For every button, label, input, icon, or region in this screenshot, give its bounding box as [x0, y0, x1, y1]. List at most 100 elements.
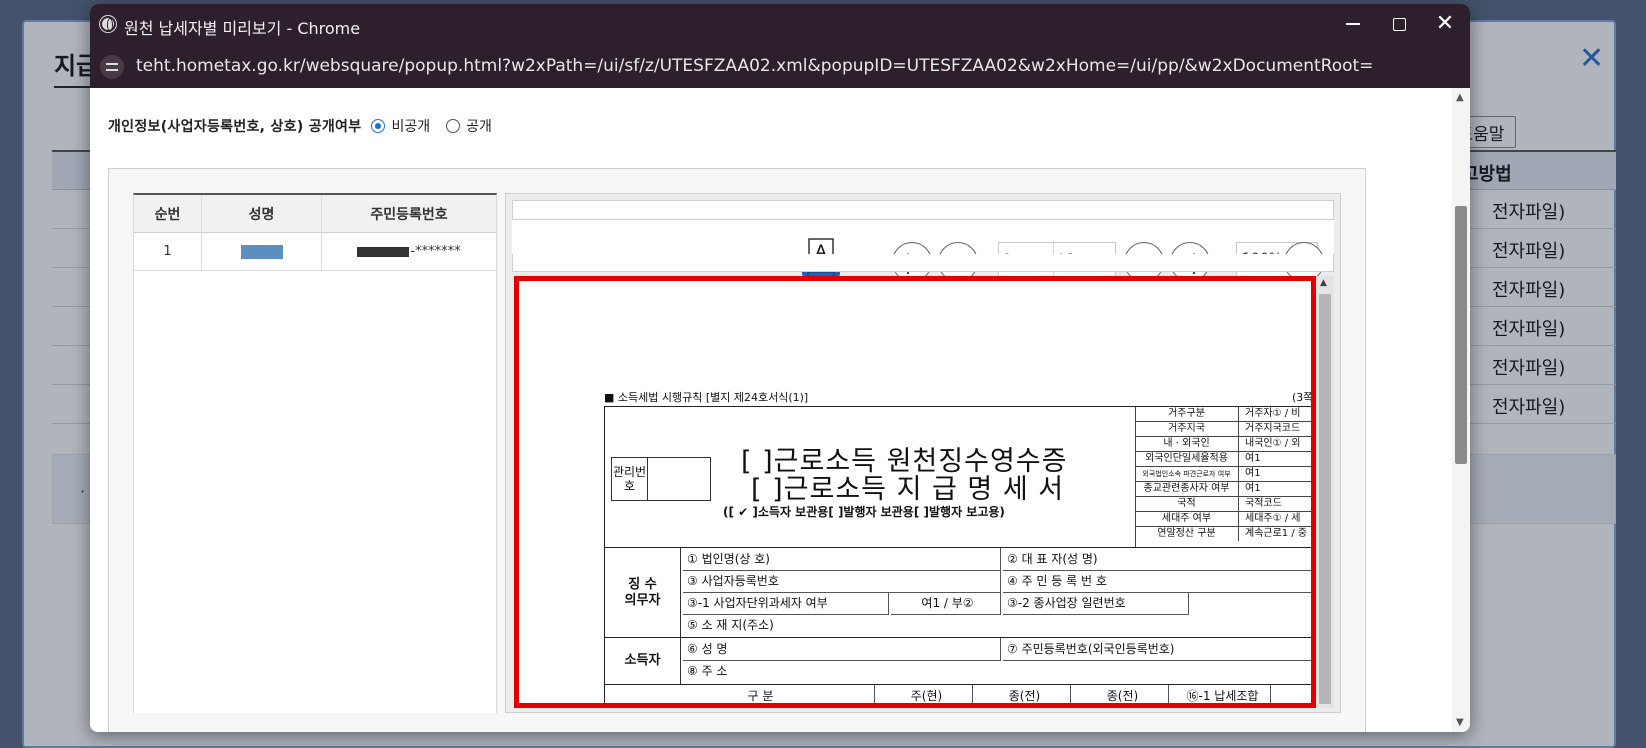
column-header-name: 성명 [202, 195, 322, 233]
column-header-no: 순번 [134, 195, 202, 233]
grid-label: 거주구분 [1135, 407, 1239, 421]
field-branch-serial-value [1191, 592, 1311, 593]
radio-private-label[interactable]: 비공개 [391, 116, 430, 136]
rrn-redaction [357, 246, 410, 257]
row-rrn[interactable]: -******* [322, 233, 496, 271]
scroll-down-icon[interactable]: ▼ [1456, 717, 1464, 728]
field-earner-rrn: ⑦ 주민등록번호(외국인등록번호) [1003, 638, 1283, 661]
grid-value: 내국인① / 외 [1245, 438, 1301, 449]
col-previous-1: 종(전) [975, 685, 1071, 703]
grid-label: 세대주 여부 [1135, 512, 1239, 526]
field-resident-reg-no: ④ 주 민 등 록 번 호 [1003, 570, 1311, 593]
window-close-button[interactable]: ✕ [1422, 10, 1468, 38]
grid-row: 거주지국 거주지국코드 [1135, 422, 1311, 437]
grid-row: 국적 국적코드 [1135, 497, 1311, 512]
field-company-name: ① 법인명(상 호) [683, 548, 1001, 571]
field-branch-serial: ③-2 종사업장 일련번호 [1003, 592, 1189, 615]
scroll-up-icon[interactable]: ▲ [1456, 92, 1464, 103]
management-number-box: 관리번호 [611, 457, 711, 501]
income-table-header: 구 분 주(현) 종(전) 종(전) ⑯-1 납세조합 합 [605, 684, 1311, 703]
page-scrollbar[interactable]: ▲ ▼ [1452, 88, 1470, 732]
url-text[interactable]: teht.hometax.go.kr/websquare/popup.html?… [136, 56, 1373, 76]
window-titlebar[interactable]: 원천 납세자별 미리보기 - Chrome ✕ [90, 4, 1470, 44]
field-address: ⑤ 소 재 지(주소) [687, 618, 774, 632]
toolbar-top-strip [512, 200, 1334, 220]
withholder-section: 징 수 의무자 ① 법인명(상 호) ② 대 표 자(성 명) ③ 사업자등록번… [605, 547, 1311, 638]
rrn-suffix: -******* [410, 244, 461, 259]
residency-grid: 거주구분 거주자① / 비 거주지국 거주지국코드 내 · 외국인 내국인① / 외 … [1135, 407, 1311, 547]
field-representative: ② 대 표 자(성 명) [1003, 548, 1311, 571]
col-current: 주(현) [877, 685, 973, 703]
col-category: 구 분 [643, 685, 875, 703]
grid-label: 외국인단일세율적용 [1135, 452, 1239, 466]
withholder-label: 징 수 의무자 [605, 548, 681, 638]
grid-value: 계속근로1 / 중 [1245, 528, 1308, 539]
address-bar[interactable]: teht.hometax.go.kr/websquare/popup.html?… [90, 44, 1470, 88]
grid-value: 거주자① / 비 [1245, 408, 1301, 419]
name-redaction [240, 244, 283, 259]
maximize-icon [1392, 17, 1406, 31]
form-copy-type: ([ ✔ ]소득자 보관용[ ]발행자 보관용[ ]발행자 보고용) [723, 505, 1005, 519]
radio-private[interactable] [371, 119, 386, 133]
grid-label: 외국법인소속 파견근로자 여부 [1135, 467, 1239, 481]
privacy-label: 개인정보(사업자등록번호, 상호) 공개여부 [108, 119, 362, 135]
field-unit-taxpayer: ③-1 사업자단위과세자 여부 [683, 592, 889, 615]
document-page: ■ 소득세법 시행규칙 [별지 제24호서식(1)] (3쪽 관리번호 [ ]근… [514, 276, 1316, 708]
field-earner-rrn-value: -**** [1281, 638, 1311, 661]
scroll-up-icon[interactable]: ▲ [1320, 278, 1327, 288]
field-business-reg-no: ③ 사업자등록번호 [683, 570, 1001, 593]
form-reference: ■ 소득세법 시행규칙 [별지 제24호서식(1)] [604, 391, 809, 404]
globe-icon [100, 16, 116, 32]
earner-section: 소득자 ⑥ 성 명 ⑦ 주민등록번호(외국인등록번호) -**** ⑧ 주 소 [605, 637, 1311, 684]
grid-row: 연말정산 구분 계속근로1 / 중 [1135, 527, 1311, 542]
document-scroll-thumb[interactable] [1319, 294, 1331, 704]
preview-container: 순번 성명 주민등록번호 1 -******* A ■ 소득세법 시행규칙 [별… [108, 168, 1366, 732]
close-icon: ✕ [1435, 11, 1455, 36]
grid-value: 세대주① / 세 [1245, 513, 1301, 524]
withholder-label-text: 징 수 의무자 [624, 577, 661, 608]
field-earner-name: ⑥ 성 명 [683, 638, 1001, 661]
col-tax-union: ⑯-1 납세조합 [1171, 685, 1271, 703]
grid-value: 여1 [1245, 468, 1261, 479]
column-header-rrn: 주민등록번호 [322, 195, 496, 233]
form-title-line2: [ ]근로소득 지 급 명 세 서 [751, 474, 1065, 505]
site-info-icon[interactable] [100, 55, 124, 79]
grid-value: 여1 [1245, 483, 1261, 494]
window-title: 원천 납세자별 미리보기 - Chrome [124, 19, 361, 38]
grid-row: 세대주 여부 세대주① / 세 [1135, 512, 1311, 527]
report-viewer: A |‹ ‹ 1 / 3 › ›| 100% ✕ [505, 193, 1341, 713]
radio-public[interactable] [446, 119, 461, 133]
grid-row: 내 · 외국인 내국인① / 외 [1135, 437, 1311, 452]
popup-window: 원천 납세자별 미리보기 - Chrome ✕ teht.hometax.go.… [90, 4, 1470, 732]
grid-row: 거주구분 거주자① / 비 [1135, 407, 1311, 422]
grid-value: 여1 [1245, 453, 1261, 464]
management-number-label: 관리번호 [612, 458, 648, 500]
grid-label: 내 · 외국인 [1135, 437, 1239, 451]
grid-value: 거주지국코드 [1245, 423, 1301, 434]
maximize-button[interactable] [1376, 10, 1422, 38]
minimize-button[interactable] [1330, 10, 1376, 38]
taxpayer-table: 순번 성명 주민등록번호 1 -******* [133, 193, 497, 713]
grid-label: 국적 [1135, 497, 1239, 511]
form-page-count: (3쪽 [1292, 391, 1314, 404]
grid-label: 거주지국 [1135, 422, 1239, 436]
popup-content: 개인정보(사업자등록번호, 상호) 공개여부 비공개 공개 순번 성명 주민등록… [90, 88, 1470, 732]
grid-row: 외국법인소속 파견근로자 여부 여1 [1135, 467, 1311, 482]
page-scroll-thumb[interactable] [1455, 206, 1467, 464]
col-total: 합 [1273, 685, 1311, 703]
field-earner-address: ⑧ 주 소 [687, 664, 728, 678]
row-name[interactable] [202, 233, 322, 271]
toolbar-bottom-strip [512, 254, 1334, 272]
document-scrollbar[interactable]: ▲ [1316, 276, 1334, 708]
radio-public-label[interactable]: 공개 [466, 116, 492, 136]
grid-value: 국적코드 [1245, 498, 1282, 509]
row-no[interactable]: 1 [134, 233, 202, 271]
grid-row: 외국인단일세율적용 여1 [1135, 452, 1311, 467]
grid-row: 종교관련종사자 여부 여1 [1135, 482, 1311, 497]
col-previous-2: 종(전) [1073, 685, 1169, 703]
form-body: 관리번호 [ ]근로소득 원천징수영수증 [ ]근로소득 지 급 명 세 서 (… [604, 406, 1311, 703]
earner-label: 소득자 [605, 638, 681, 684]
field-yes-no: 여1 / 부② [891, 592, 1001, 615]
minimize-icon [1346, 23, 1360, 25]
privacy-option-row: 개인정보(사업자등록번호, 상호) 공개여부 비공개 공개 [108, 116, 508, 136]
